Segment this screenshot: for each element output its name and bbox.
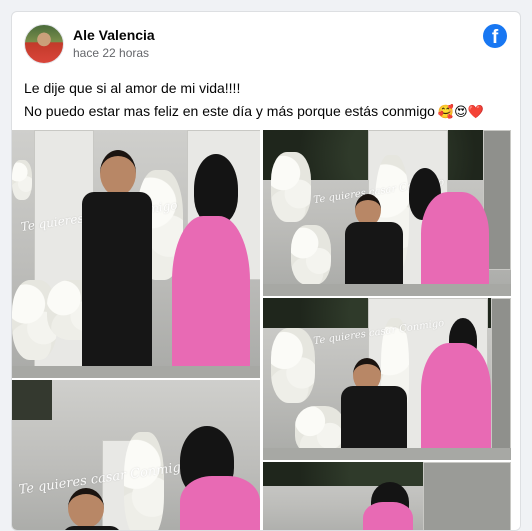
photo-2[interactable]: Te quieres casar Conmigo [263, 130, 511, 296]
post-text-line-1: Le dije que si al amor de mi vida!!!! [24, 80, 241, 96]
post-timestamp[interactable]: hace 22 horas [73, 46, 149, 60]
photo-5[interactable] [263, 462, 511, 530]
emoji-group: 🥰😍❤️ [437, 105, 484, 120]
photo-grid: Te quieres casar Conmigo Te quieres casa… [12, 130, 520, 530]
photo-4[interactable]: Te quieres casar Conmigo [12, 380, 260, 530]
photo-3[interactable]: Te quieres casar Conmigo [263, 298, 511, 460]
author-avatar[interactable] [24, 24, 64, 64]
facebook-logo-icon[interactable]: f [483, 24, 507, 48]
author-name[interactable]: Ale Valencia [73, 27, 155, 43]
post-card: Ale Valencia hace 22 horas f Le dije que… [11, 11, 521, 531]
post-header: Ale Valencia hace 22 horas f [12, 12, 520, 74]
photo-1[interactable]: Te quieres casar Conmigo [12, 130, 260, 378]
post-text-line-2-text: No puedo estar mas feliz en este día y m… [24, 103, 435, 119]
post-text-line-2: No puedo estar mas feliz en este día y m… [24, 102, 484, 122]
